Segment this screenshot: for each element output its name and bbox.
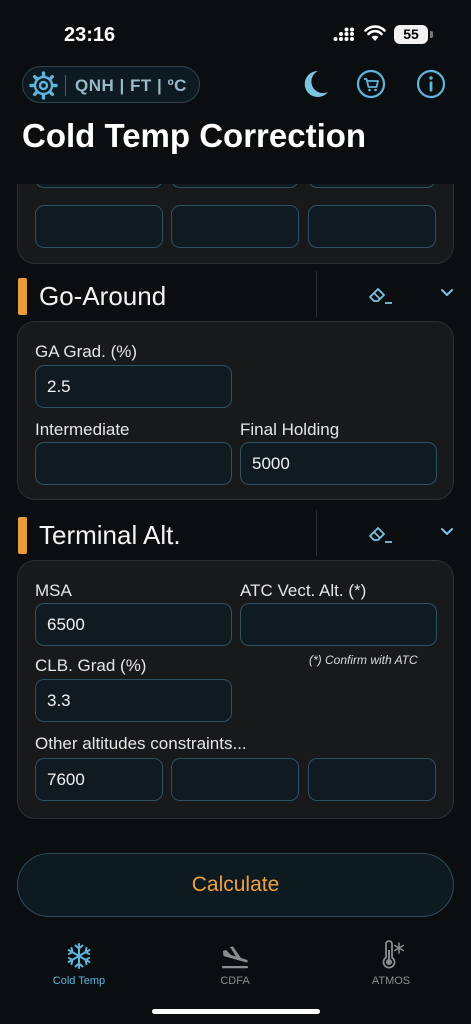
battery-level: 55 — [394, 25, 428, 44]
gear-icon — [29, 71, 58, 100]
msa-input[interactable]: 6500 — [35, 603, 232, 646]
units-label: QNH | FT | ºC — [75, 76, 187, 95]
tab-label: ATMOS — [371, 975, 411, 987]
scroll-content[interactable]: Go-Around GA Grad. (%) 2.5 Intermediate … — [0, 184, 471, 834]
tab-cold-temp[interactable]: Cold Temp — [24, 938, 134, 987]
cellular-signal-icon — [333, 27, 354, 41]
eraser-icon[interactable] — [367, 523, 393, 545]
other-altitudes-label: Other altitudes constraints... — [35, 734, 247, 753]
final-holding-label: Final Holding — [240, 420, 340, 439]
ga-grad-label: GA Grad. (%) — [35, 342, 138, 361]
chevron-down-icon[interactable] — [440, 527, 454, 537]
airplane-landing-icon — [222, 946, 248, 969]
tab-cdfa[interactable]: CDFA — [180, 938, 290, 987]
previous-section-card — [17, 184, 454, 264]
other-altitude-input-1[interactable]: 7600 — [35, 758, 163, 801]
final-holding-input[interactable]: 5000 — [240, 442, 437, 485]
go-around-card: GA Grad. (%) 2.5 Intermediate Final Hold… — [17, 321, 454, 500]
go-around-header: Go-Around — [0, 271, 471, 319]
confirm-atc-note: (*) Confirm with ATC — [309, 653, 418, 667]
ga-grad-input[interactable]: 2.5 — [35, 365, 232, 408]
clb-grad-label: CLB. Grad (%) — [35, 656, 147, 675]
prev-field-4[interactable] — [35, 205, 163, 248]
intermediate-label: Intermediate — [35, 420, 130, 439]
prev-field-5[interactable] — [171, 205, 299, 248]
prev-field-2[interactable] — [171, 184, 299, 188]
home-indicator[interactable] — [152, 1009, 320, 1014]
prev-field-6[interactable] — [308, 205, 436, 248]
terminal-alt-card: MSA 6500 ATC Vect. Alt. (*) (*) Confirm … — [17, 560, 454, 819]
eraser-icon[interactable] — [367, 284, 393, 306]
terminal-alt-title: Terminal Alt. — [39, 520, 181, 550]
top-header: QNH | FT | ºC Cold Temp Correction — [0, 60, 471, 184]
page-title: Cold Temp Correction — [22, 117, 367, 154]
tab-atmos[interactable]: ATMOS — [336, 938, 446, 987]
wifi-icon — [364, 25, 386, 41]
bottom-area: Calculate Cold Temp CDFA ATMOS — [0, 834, 471, 1024]
section-accent-bar — [18, 278, 27, 315]
other-altitude-input-2[interactable] — [171, 758, 299, 801]
other-altitude-input-3[interactable] — [308, 758, 436, 801]
section-separator — [316, 510, 317, 556]
cart-icon[interactable] — [356, 69, 386, 99]
go-around-title: Go-Around — [39, 281, 167, 311]
battery-nub — [430, 31, 433, 38]
terminal-alt-header: Terminal Alt. — [0, 510, 471, 558]
thermometer-snow-icon — [382, 940, 405, 969]
clb-grad-input[interactable]: 3.3 — [35, 679, 232, 722]
chevron-down-icon[interactable] — [440, 288, 454, 298]
msa-label: MSA — [35, 581, 72, 600]
calculate-button[interactable]: Calculate — [17, 853, 454, 917]
status-time: 23:16 — [64, 24, 116, 46]
section-separator — [316, 271, 317, 317]
status-bar: 23:16 55 — [0, 0, 471, 62]
moon-icon[interactable] — [300, 68, 330, 100]
units-settings-button[interactable]: QNH | FT | ºC — [22, 66, 200, 103]
atc-vect-label: ATC Vect. Alt. (*) — [240, 581, 367, 600]
prev-field-1[interactable] — [35, 184, 163, 188]
tab-label: CDFA — [220, 975, 250, 987]
tab-label: Cold Temp — [52, 975, 106, 987]
section-accent-bar — [18, 517, 27, 554]
atc-vect-input[interactable] — [240, 603, 437, 646]
snowflake-icon — [67, 943, 91, 969]
prev-field-3[interactable] — [308, 184, 436, 188]
info-icon[interactable] — [416, 69, 446, 99]
units-divider — [65, 75, 66, 96]
intermediate-input[interactable] — [35, 442, 232, 485]
